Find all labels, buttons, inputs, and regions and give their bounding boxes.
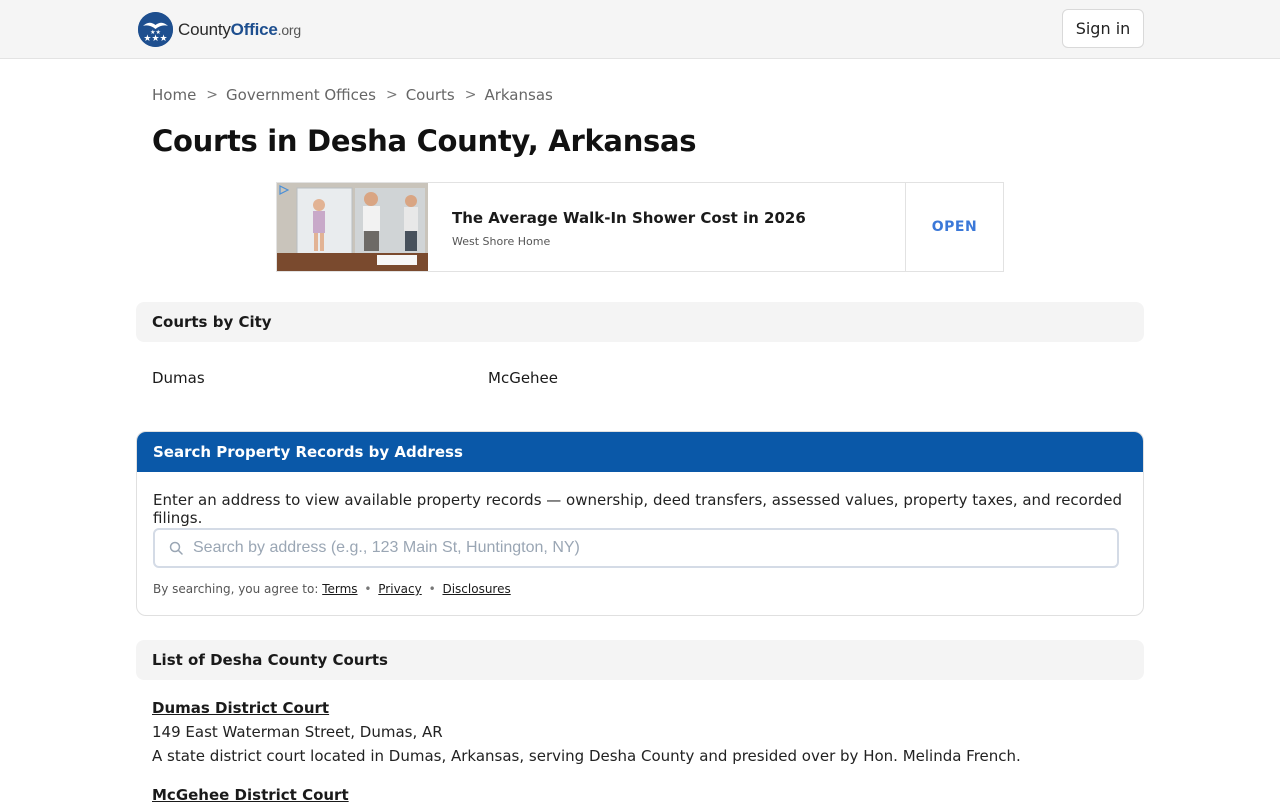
search-icon	[169, 541, 183, 555]
ad-open-button[interactable]: OPEN	[906, 183, 1003, 271]
court-description: A state district court located in Dumas,…	[152, 747, 1021, 765]
breadcrumb-separator: >	[464, 87, 477, 103]
top-navbar: ★★★ ★★ CountyOffice.org Sign in	[0, 0, 1280, 59]
breadcrumb: Home > Government Offices > Courts > Ark…	[152, 86, 553, 104]
courts-by-city-heading: Courts by City	[136, 302, 1144, 342]
address-search-box[interactable]	[153, 528, 1119, 568]
logo-wordmark: CountyOffice.org	[178, 19, 301, 39]
ad-sponsor: West Shore Home	[452, 235, 551, 248]
ad-choices-icon	[279, 185, 289, 195]
court-list-heading: List of Desha County Courts	[136, 640, 1144, 680]
breadcrumb-home[interactable]: Home	[152, 86, 196, 104]
terms-link[interactable]: Terms	[322, 582, 357, 596]
ad-image	[277, 183, 428, 271]
court-name-link[interactable]: Dumas District Court	[152, 699, 329, 717]
breadcrumb-arkansas[interactable]: Arkansas	[484, 86, 552, 104]
city-link-dumas[interactable]: Dumas	[152, 369, 205, 387]
property-search-card: Search Property Records by Address Enter…	[136, 431, 1144, 616]
svg-text:★★: ★★	[150, 29, 161, 36]
breadcrumb-separator: >	[385, 87, 398, 103]
address-search-input[interactable]	[193, 539, 1093, 557]
bullet-separator: •	[364, 582, 372, 596]
ad-headline[interactable]: The Average Walk-In Shower Cost in 2026	[452, 209, 806, 227]
property-search-description: Enter an address to view available prope…	[153, 491, 1123, 527]
court-name-link[interactable]: McGehee District Court	[152, 786, 349, 804]
court-address: 149 East Waterman Street, Dumas, AR	[152, 723, 443, 741]
bullet-separator: •	[428, 582, 436, 596]
privacy-link[interactable]: Privacy	[378, 582, 421, 596]
breadcrumb-courts[interactable]: Courts	[406, 86, 455, 104]
search-agreement: By searching, you agree to: Terms • Priv…	[153, 582, 511, 596]
breadcrumb-government-offices[interactable]: Government Offices	[226, 86, 376, 104]
countyoffice-logo[interactable]: ★★★ ★★ CountyOffice.org	[138, 12, 301, 47]
city-link-mcgehee[interactable]: McGehee	[488, 369, 558, 387]
sign-in-button[interactable]: Sign in	[1062, 9, 1144, 48]
eagle-stars-icon: ★★★ ★★	[138, 12, 173, 47]
breadcrumb-separator: >	[206, 87, 219, 103]
disclosures-link[interactable]: Disclosures	[442, 582, 510, 596]
page-title: Courts in Desha County, Arkansas	[152, 124, 697, 158]
advertisement[interactable]: The Average Walk-In Shower Cost in 2026 …	[276, 182, 1004, 272]
property-search-heading: Search Property Records by Address	[137, 432, 1143, 472]
agreement-prefix: By searching, you agree to:	[153, 582, 319, 596]
